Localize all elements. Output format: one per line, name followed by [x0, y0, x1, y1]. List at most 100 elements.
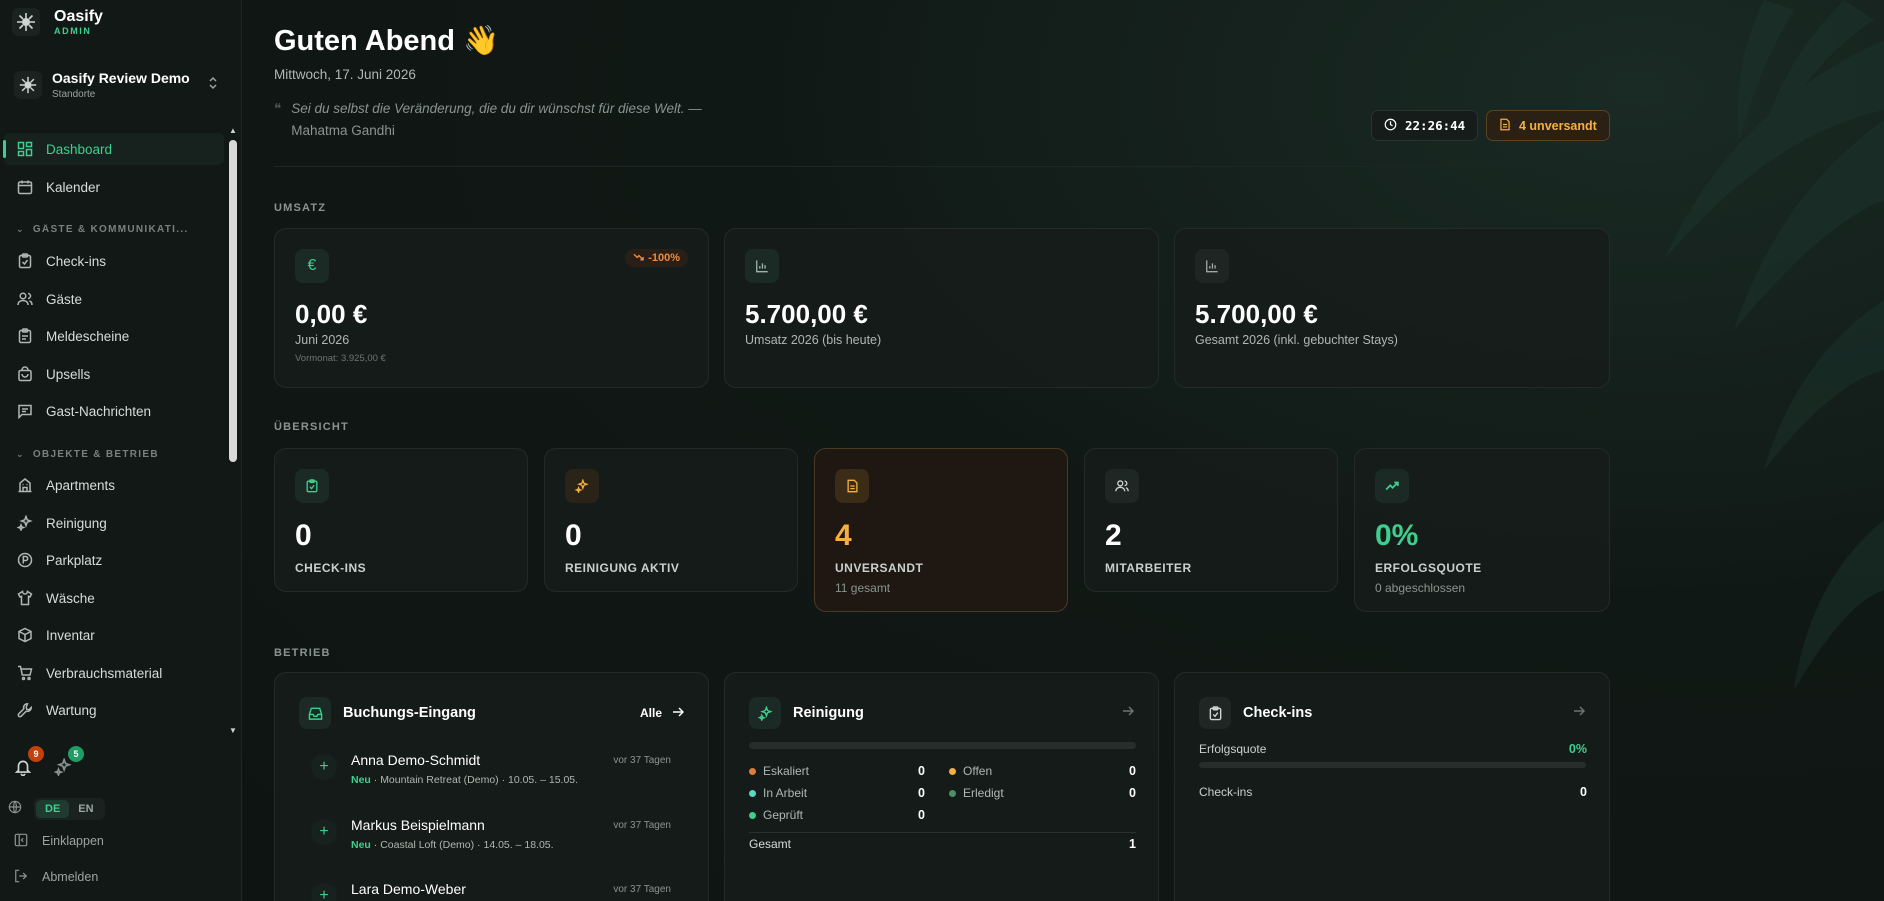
sidebar-item-checkins[interactable]: Check-ins: [4, 245, 224, 277]
arrow-right-icon[interactable]: [1573, 704, 1586, 722]
stat-label: Check-ins: [1199, 785, 1253, 799]
plus-icon: +: [311, 754, 337, 780]
nav-section-guests[interactable]: ⌄ GÄSTE & KOMMUNIKATI...: [16, 224, 216, 235]
inbox-icon: [299, 697, 331, 729]
main-content: Guten Abend 👋 Mittwoch, 17. Juni 2026 ❝ …: [243, 0, 1884, 901]
overview-card-success[interactable]: 0% ERFOLGSQUOTE 0 abgeschlossen: [1354, 448, 1610, 612]
sidebar-item-label: Wäsche: [46, 590, 95, 606]
chevron-down-icon: ⌄: [16, 224, 25, 234]
building-icon: [16, 476, 34, 494]
stat-value-geprueft: 0: [918, 808, 925, 822]
document-icon: [1499, 118, 1511, 134]
language-toggle: DE EN: [34, 798, 105, 820]
sidebar-item-apartments[interactable]: Apartments: [4, 469, 224, 501]
stat-value-gesamt: 1: [1129, 837, 1136, 851]
scroll-down-arrow-icon[interactable]: ▼: [229, 726, 237, 736]
quote-icon: ❝: [274, 101, 282, 116]
stat-geprueft: Geprüft: [749, 808, 803, 822]
clipboard-icon: [16, 327, 34, 345]
revenue-label: Juni 2026: [295, 333, 350, 347]
bell-icon: [14, 760, 32, 780]
org-switcher[interactable]: Oasify Review Demo Standorte: [14, 70, 218, 100]
euro-icon: €: [295, 249, 329, 283]
overview-sub: 11 gesamt: [835, 581, 891, 595]
arrow-right-icon[interactable]: [1122, 704, 1135, 722]
sparkles-icon: [565, 469, 599, 503]
view-all-bookings-link[interactable]: Alle: [640, 706, 685, 721]
checkins-count-value: 0: [1580, 785, 1587, 799]
sidebar-item-upsells[interactable]: Upsells: [4, 358, 224, 390]
overview-card-checkins[interactable]: 0 CHECK-INS: [274, 448, 528, 592]
plus-icon: +: [311, 883, 337, 901]
clock-icon: [1384, 118, 1397, 134]
status-dot: [949, 789, 956, 797]
panel-title: Check-ins: [1243, 705, 1313, 721]
daily-quote: ❝ Sei du selbst die Veränderung, die du …: [274, 98, 754, 142]
sidebar-item-gaeste[interactable]: Gäste: [4, 283, 224, 315]
status-dot: [749, 789, 756, 797]
overview-card-staff[interactable]: 2 MITARBEITER: [1084, 448, 1338, 592]
collapse-sidebar-button[interactable]: Einklappen: [14, 833, 104, 849]
sidebar-scrollbar[interactable]: ▲ ▼: [228, 122, 238, 738]
sidebar-item-label: Verbrauchsmaterial: [46, 665, 163, 681]
dashboard-icon: [16, 140, 34, 158]
sidebar-item-wartung[interactable]: Wartung: [4, 694, 224, 726]
booking-time: vor 37 Tagen: [613, 884, 671, 895]
brand[interactable]: Oasify ADMIN: [12, 8, 103, 36]
panel-title: Reinigung: [793, 705, 864, 721]
org-sub: Standorte: [52, 89, 96, 100]
scroll-thumb[interactable]: [229, 140, 237, 462]
overview-value: 0: [565, 519, 582, 552]
sidebar-item-meldescheine[interactable]: Meldescheine: [4, 320, 224, 352]
stat-label: Gesamt: [749, 837, 792, 851]
tasks-button[interactable]: 5: [53, 746, 84, 780]
nav-section-objects[interactable]: ⌄ OBJEKTE & BETRIEB: [16, 449, 216, 460]
arrow-right-icon: [672, 706, 685, 721]
panel-title: Buchungs-Eingang: [343, 705, 476, 721]
sidebar-item-inventar[interactable]: Inventar: [4, 619, 224, 651]
section-title-umsatz: UMSATZ: [274, 202, 327, 214]
stat-label: Offen: [963, 764, 993, 778]
overview-label: UNVERSANDT: [835, 561, 924, 575]
divider: [749, 832, 1136, 833]
sidebar-item-kalender[interactable]: Kalender: [4, 171, 224, 203]
booking-meta: Neu · Mountain Retreat (Demo) · 10.05. –…: [351, 774, 579, 786]
scroll-up-arrow-icon[interactable]: ▲: [229, 126, 237, 136]
overview-value: 4: [835, 519, 852, 552]
sidebar-item-label: Check-ins: [46, 253, 107, 269]
lang-en-button[interactable]: EN: [69, 800, 102, 818]
lang-de-button[interactable]: DE: [36, 800, 70, 818]
sparkles-icon: [53, 757, 72, 780]
stat-label: In Arbeit: [763, 786, 808, 800]
sidebar-item-label: Reinigung: [46, 515, 107, 531]
unsent-badge[interactable]: 4 unversandt: [1486, 110, 1610, 141]
sidebar-item-verbrauch[interactable]: Verbrauchsmaterial: [4, 657, 224, 689]
sidebar-item-label: Gäste: [46, 291, 83, 307]
sidebar-item-dashboard[interactable]: Dashboard: [3, 133, 224, 165]
sidebar-item-label: Inventar: [46, 627, 95, 643]
sidebar-item-waesche[interactable]: Wäsche: [4, 582, 224, 614]
cleaning-progress: [749, 742, 1136, 749]
overview-card-cleaning[interactable]: 0 REINIGUNG AKTIV: [544, 448, 798, 592]
overview-value: 0: [295, 519, 312, 552]
overview-label: REINIGUNG AKTIV: [565, 561, 680, 575]
overview-card-unsent[interactable]: 4 UNVERSANDT 11 gesamt: [814, 448, 1068, 612]
section-title-uebersicht: ÜBERSICHT: [274, 421, 349, 433]
notifications-button[interactable]: 9: [14, 746, 44, 780]
stat-label: Erfolgsquote: [1199, 742, 1267, 756]
logout-button[interactable]: Abmelden: [14, 869, 98, 885]
sidebar-item-parkplatz[interactable]: Parkplatz: [4, 544, 224, 576]
nav-section-label: GÄSTE & KOMMUNIKATI...: [32, 224, 189, 235]
clipboard-check-icon: [295, 469, 329, 503]
sidebar-item-label: Upsells: [46, 366, 91, 382]
sidebar-item-label: Parkplatz: [46, 552, 103, 568]
guest-name: Markus Beispielmann: [351, 817, 485, 833]
sidebar-item-nachrichten[interactable]: Gast-Nachrichten: [4, 395, 224, 427]
overview-value: 0%: [1375, 519, 1419, 552]
revenue-label: Umsatz 2026 (bis heute): [745, 333, 882, 347]
sidebar-item-reinigung[interactable]: Reinigung: [4, 507, 224, 539]
notifications-badge: 9: [28, 746, 44, 762]
overview-label: CHECK-INS: [295, 561, 367, 575]
bookings-panel: Buchungs-Eingang Alle + Anna Demo-Schmid…: [274, 672, 709, 901]
cleaning-panel: Reinigung Eskaliert 0 Offen 0 In Arbeit …: [724, 672, 1159, 901]
